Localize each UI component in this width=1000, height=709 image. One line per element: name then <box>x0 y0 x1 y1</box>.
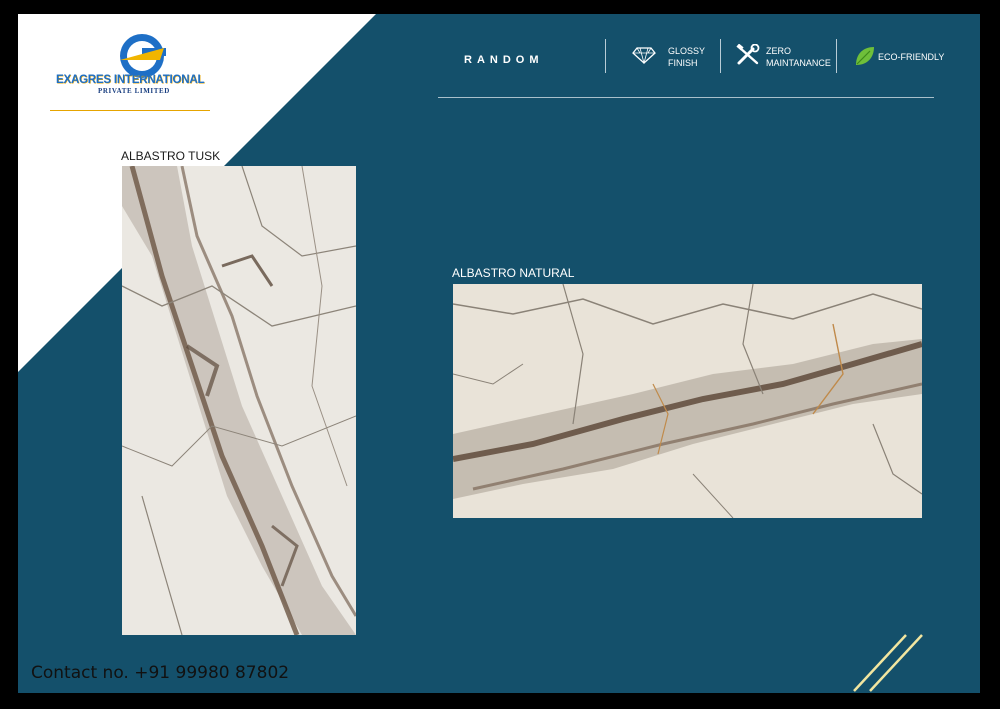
company-logo-icon <box>50 34 210 111</box>
divider <box>605 39 606 73</box>
feature-line: ZERO <box>766 46 792 56</box>
company-name: EXAGRES INTERNATIONAL <box>56 74 205 86</box>
contact-number: Contact no. +91 99980 87802 <box>31 663 290 683</box>
series-title: RANDOM <box>464 54 544 66</box>
catalog-page: EXAGRES INTERNATIONAL PRIVATE LIMITED RA… <box>18 14 980 693</box>
header-divider <box>438 97 934 98</box>
divider <box>836 39 837 73</box>
diamond-icon <box>632 47 656 64</box>
feature-line: MAINTANANCE <box>766 58 831 68</box>
tools-icon <box>736 44 760 65</box>
tile-label-albastro-tusk: ALBASTRO TUSK <box>121 149 221 163</box>
feature-glossy-finish: GLOSSY FINISH <box>668 45 705 69</box>
tile-image-albastro-tusk <box>122 166 356 635</box>
feature-line: ECO-FRIENDLY <box>878 52 945 62</box>
leaf-icon <box>856 47 874 65</box>
divider <box>720 39 721 73</box>
feature-line: GLOSSY <box>668 46 706 56</box>
feature-eco-friendly: ECO-FRIENDLY <box>878 51 944 63</box>
company-subtitle: PRIVATE LIMITED <box>98 87 170 95</box>
tile-image-albastro-natural <box>453 284 922 518</box>
feature-line: FINISH <box>668 58 698 68</box>
feature-zero-maintenance: ZERO MAINTANANCE <box>766 45 831 69</box>
decorative-stripes <box>853 634 923 692</box>
tile-label-albastro-natural: ALBASTRO NATURAL <box>452 266 575 280</box>
